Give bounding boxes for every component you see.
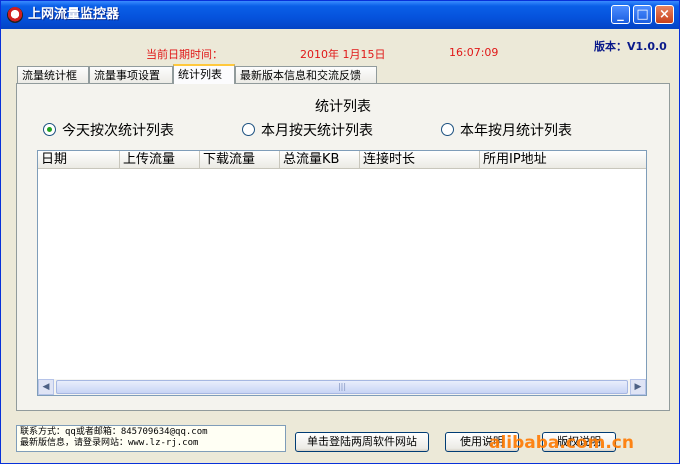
tab-stats-box[interactable]: 流量统计框 (17, 66, 89, 83)
column-header-total[interactable]: 总流量KB (279, 151, 359, 169)
radio-dot-icon[interactable] (441, 123, 454, 136)
app-window: 上网流量监控器 _ □ × 当前日期时间： 2010年 1月15日 16:07:… (0, 0, 680, 464)
date-value: 2010年 1月15日 (300, 48, 386, 61)
tab-feedback[interactable]: 最新版本信息和交流反馈 (235, 66, 377, 83)
column-header-upload[interactable]: 上传流量 (119, 151, 199, 169)
version-label: 版本：V1.0.0 (594, 40, 667, 53)
radio-year[interactable]: 本年按月统计列表 (441, 120, 572, 139)
app-icon[interactable] (7, 7, 23, 23)
column-header-date[interactable]: 日期 (38, 151, 119, 169)
radio-today[interactable]: 今天按次统计列表 (43, 120, 174, 139)
horizontal-scrollbar[interactable]: ◀ ||| ▶ (38, 379, 646, 395)
date-label: 当前日期时间： (146, 48, 223, 61)
contact-info-box[interactable]: 联系方式：qq或者邮箱：845709634@qq.com 最新版信息，请登录网站… (16, 425, 286, 452)
watermark: alibaba.com.cn (489, 433, 634, 453)
close-button[interactable]: × (655, 5, 674, 24)
maximize-button[interactable]: □ (633, 5, 652, 24)
stats-list-panel: 统计列表 今天按次统计列表 本月按天统计列表 本年按月统计列表 日期 上传流量 … (16, 83, 670, 411)
time-value: 16:07:09 (449, 46, 499, 59)
client-area: 当前日期时间： 2010年 1月15日 16:07:09 版本：V1.0.0 流… (4, 29, 676, 461)
visit-website-button[interactable]: 单击登陆两周软件网站 (295, 432, 429, 452)
website-line: 最新版信息，请登录网站：www.lz-rj.com (20, 438, 199, 448)
minimize-button[interactable]: _ (611, 5, 630, 24)
radio-today-label: 今天按次统计列表 (62, 123, 174, 139)
scroll-thumb[interactable]: ||| (56, 380, 628, 394)
radio-dot-icon[interactable] (242, 123, 255, 136)
scroll-left-icon[interactable]: ◀ (38, 379, 54, 395)
radio-year-label: 本年按月统计列表 (460, 123, 572, 139)
radio-month-label: 本月按天统计列表 (261, 123, 373, 139)
title-bar[interactable]: 上网流量监控器 _ □ × (1, 1, 679, 29)
radio-dot-icon[interactable] (43, 123, 56, 136)
radio-month[interactable]: 本月按天统计列表 (242, 120, 373, 139)
scroll-right-icon[interactable]: ▶ (630, 379, 646, 395)
column-header-download[interactable]: 下载流量 (199, 151, 279, 169)
panel-title: 统计列表 (315, 99, 371, 115)
window-title: 上网流量监控器 (28, 7, 120, 22)
column-header-duration[interactable]: 连接时长 (359, 151, 479, 169)
stats-table[interactable]: 日期 上传流量 下载流量 总流量KB 连接时长 所用IP地址 ◀ ||| ▶ (37, 150, 647, 396)
tab-settings[interactable]: 流量事项设置 (89, 66, 173, 83)
column-header-ip[interactable]: 所用IP地址 (479, 151, 646, 169)
tab-stats-list[interactable]: 统计列表 (173, 64, 235, 84)
contact-line: 联系方式：qq或者邮箱：845709634@qq.com (20, 427, 208, 437)
